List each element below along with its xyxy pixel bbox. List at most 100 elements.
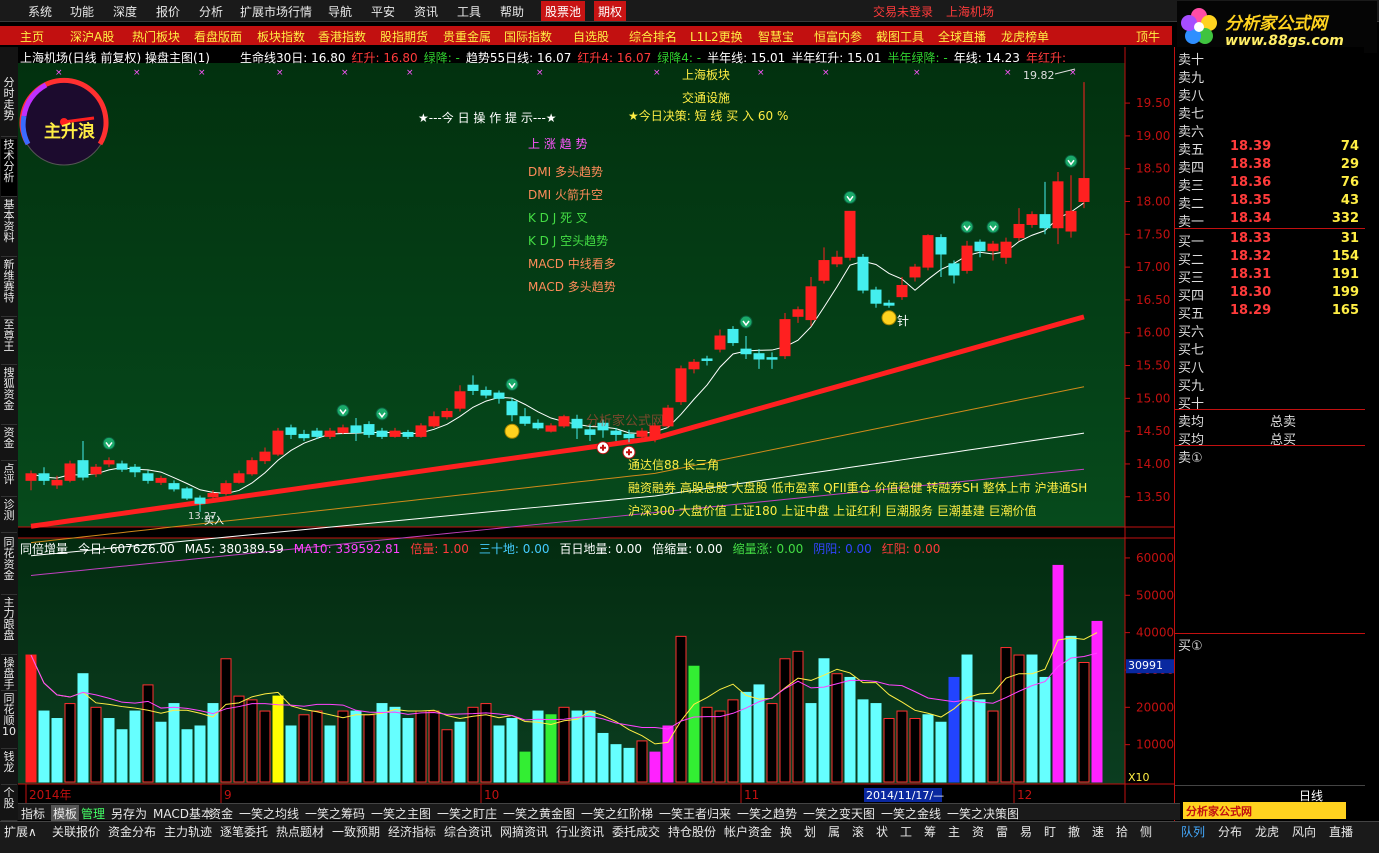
nav-hk-index[interactable]: 香港指数 <box>318 28 366 45</box>
tab-technical[interactable]: 技术分析 <box>1 139 17 197</box>
nav-hengfu[interactable]: 恒富内参 <box>814 28 862 45</box>
function-tab[interactable]: 工 <box>900 823 912 840</box>
nav-a-shares[interactable]: 深沪A股 <box>70 28 114 45</box>
menu-pingan[interactable]: 平安 <box>371 3 395 20</box>
indicator-tab[interactable]: 一笑王者归来 <box>659 805 731 822</box>
menu-news[interactable]: 资讯 <box>414 3 438 20</box>
right-panel-tab[interactable]: 直播 <box>1329 823 1353 840</box>
function-tab[interactable]: 热点题材 <box>276 823 324 840</box>
sell-queue-label[interactable]: 卖① <box>1178 447 1203 466</box>
right-panel-tab[interactable]: 风向 <box>1292 823 1316 840</box>
function-tab[interactable]: 雷 <box>996 823 1008 840</box>
tab-comment[interactable]: 点评 <box>1 463 17 497</box>
function-tab[interactable]: 扩展∧ <box>4 823 37 840</box>
menu-tools[interactable]: 工具 <box>457 3 481 20</box>
function-tab[interactable]: 资金分布 <box>108 823 156 840</box>
nav-dragon-tiger[interactable]: 龙虎榜单 <box>1001 28 1049 45</box>
menu-depth[interactable]: 深度 <box>113 3 137 20</box>
function-tab[interactable]: 综合资讯 <box>444 823 492 840</box>
tab-qianlong[interactable]: 钱龙 <box>1 751 17 785</box>
menu-ext-market[interactable]: 扩展市场行情 <box>240 3 312 20</box>
tab-stock[interactable]: 个股 <box>1 787 17 821</box>
options-button[interactable]: 期权 <box>594 1 627 21</box>
function-tab[interactable]: 滚 <box>852 823 864 840</box>
function-tab[interactable]: 逐笔委托 <box>220 823 268 840</box>
indicator-tab[interactable]: 管理 <box>81 805 105 822</box>
function-tab[interactable]: 主 <box>948 823 960 840</box>
indicator-tab[interactable]: 一笑之决策图 <box>947 805 1019 822</box>
nav-home[interactable]: 主页 <box>20 28 44 45</box>
tab-intraday[interactable]: 分时走势 <box>1 77 17 137</box>
function-tab[interactable]: 侧 <box>1140 823 1152 840</box>
function-tab[interactable]: 关联报价 <box>52 823 100 840</box>
nav-l1l2[interactable]: L1L2更换 <box>690 28 743 45</box>
stock-pool-button[interactable]: 股票池 <box>541 1 586 21</box>
function-tab[interactable]: 速 <box>1092 823 1104 840</box>
function-tab[interactable]: 资 <box>972 823 984 840</box>
tab-main-force[interactable]: 主力跟盘 <box>1 597 17 655</box>
menu-analysis[interactable]: 分析 <box>199 3 223 20</box>
nav-index-futures[interactable]: 股指期货 <box>380 28 428 45</box>
indicator-tab[interactable]: 一笑之变天图 <box>803 805 875 822</box>
buy-queue-label[interactable]: 买① <box>1178 635 1203 654</box>
nav-watchlist[interactable]: 自选股 <box>573 28 609 45</box>
function-tab[interactable]: 换 <box>780 823 792 840</box>
function-tab[interactable]: 划 <box>804 823 816 840</box>
indicator-tab[interactable]: 另存为 <box>111 805 147 822</box>
nav-live[interactable]: 全球直播 <box>938 28 986 45</box>
tab-xinwei[interactable]: 新维赛特 <box>1 259 17 317</box>
function-tab[interactable]: 撤 <box>1068 823 1080 840</box>
indicator-tab[interactable]: 指标 <box>21 805 45 822</box>
tab-sohu-funds[interactable]: 搜狐资金 <box>1 367 17 425</box>
indicator-tab[interactable]: 一笑之筹码 <box>305 805 365 822</box>
nav-sector-index[interactable]: 板块指数 <box>257 28 305 45</box>
menu-quote[interactable]: 报价 <box>156 3 180 20</box>
right-panel-tab[interactable]: 龙虎 <box>1255 823 1279 840</box>
menu-navigate[interactable]: 导航 <box>328 3 352 20</box>
menu-help[interactable]: 帮助 <box>500 3 524 20</box>
menu-system[interactable]: 系统 <box>28 3 52 20</box>
menu-function[interactable]: 功能 <box>70 3 94 20</box>
indicator-tab[interactable]: 一笑之黄金图 <box>503 805 575 822</box>
ad-banner[interactable]: 分析家公式网 www.88gs.com <box>1183 802 1346 832</box>
nav-screenshot[interactable]: 截图工具 <box>876 28 924 45</box>
function-tab[interactable]: 筹 <box>924 823 936 840</box>
right-panel-tab[interactable]: 分布 <box>1218 823 1242 840</box>
tab-funds[interactable]: 资金 <box>1 427 17 461</box>
nav-layout[interactable]: 看盘版面 <box>194 28 242 45</box>
indicator-tab[interactable]: 一笑之趋势 <box>737 805 797 822</box>
tab-diagnose[interactable]: 诊测 <box>1 499 17 533</box>
indicator-tab[interactable]: 一笑之盯庄 <box>437 805 497 822</box>
function-tab[interactable]: 盯 <box>1044 823 1056 840</box>
function-tab[interactable]: 经济指标 <box>388 823 436 840</box>
function-tab[interactable]: 一致预期 <box>332 823 380 840</box>
indicator-tab[interactable]: MACD基本 <box>153 805 213 822</box>
tab-trader[interactable]: 操盘手 <box>1 657 17 691</box>
nav-top[interactable]: 顶牛 <box>1136 28 1160 45</box>
function-tab[interactable]: 委托成交 <box>612 823 660 840</box>
function-tab[interactable]: 行业资讯 <box>556 823 604 840</box>
function-tab[interactable]: 主力轨迹 <box>164 823 212 840</box>
nav-zhihuibao[interactable]: 智慧宝 <box>758 28 794 45</box>
nav-ranking[interactable]: 综合排名 <box>629 28 677 45</box>
function-tab[interactable]: 帐户资金 <box>724 823 772 840</box>
tab-ths-funds[interactable]: 同花资金 <box>1 537 17 595</box>
function-tab[interactable]: 持仓股份 <box>668 823 716 840</box>
tab-zhizunwang[interactable]: 至尊王 <box>1 319 17 365</box>
nav-hot-sectors[interactable]: 热门板块 <box>132 28 180 45</box>
nav-precious-metals[interactable]: 贵重金属 <box>443 28 491 45</box>
indicator-tab[interactable]: 一笑之金线 <box>881 805 941 822</box>
function-tab[interactable]: 拾 <box>1116 823 1128 840</box>
function-tab[interactable]: 网摘资讯 <box>500 823 548 840</box>
chart-area[interactable]: 19.50 19.00 18.50 18.00 17.50 17.00 16.50 16.00… <box>18 47 1174 803</box>
function-tab[interactable]: 属 <box>828 823 840 840</box>
right-panel-tab[interactable]: 队列 <box>1181 823 1205 840</box>
indicator-tab[interactable]: 一笑之红阶梯 <box>581 805 653 822</box>
indicator-tab[interactable]: 一笑之主图 <box>371 805 431 822</box>
indicator-tab[interactable]: 一笑之均线 <box>239 805 299 822</box>
indicator-tab[interactable]: 模板 <box>51 805 80 822</box>
tab-ths10[interactable]: 同花顺10 <box>1 693 17 749</box>
function-tab[interactable]: 易 <box>1020 823 1032 840</box>
tab-fundamentals[interactable]: 基本资料 <box>1 199 17 257</box>
nav-intl-index[interactable]: 国际指数 <box>504 28 552 45</box>
